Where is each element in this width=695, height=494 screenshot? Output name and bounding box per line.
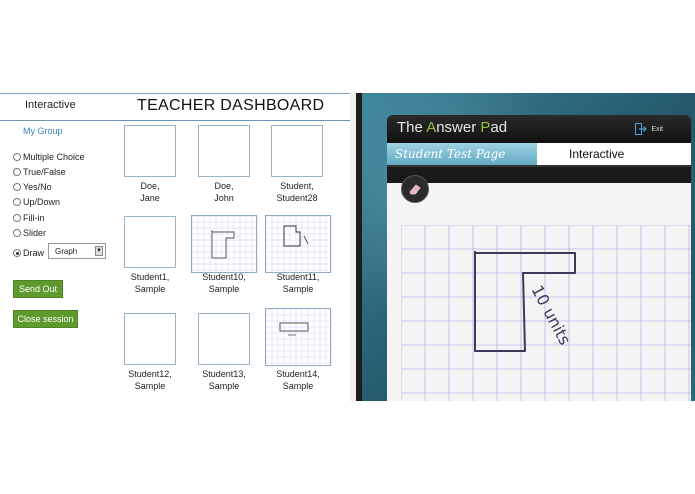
teacher-dashboard: Interactive TEACHER DASHBOARD My Group M…: [0, 93, 350, 401]
radio-draw[interactable]: [13, 249, 21, 257]
answer-pad-app: The Answer Pad Exit Student Test Page In…: [387, 115, 691, 401]
student-tile-student14[interactable]: Student14, Sample: [265, 308, 332, 391]
app-label: Interactive: [25, 99, 76, 111]
chevron-down-icon[interactable]: ▼: [95, 246, 103, 256]
graph-drawing-thumbnail: [266, 309, 332, 367]
draw-mode-select[interactable]: Graph ▼: [48, 243, 106, 259]
student-thumbnail[interactable]: [124, 313, 176, 365]
question-type-multiple-choice[interactable]: Multiple Choice: [13, 151, 85, 163]
question-type-up-down[interactable]: Up/Down: [13, 196, 60, 208]
tab-interactive[interactable]: Interactive: [537, 143, 691, 165]
close-session-button[interactable]: Close session: [13, 310, 78, 328]
radio-up-down[interactable]: [13, 198, 21, 206]
draw-mode-value: Graph: [55, 247, 78, 256]
page-title: TEACHER DASHBOARD: [137, 97, 325, 114]
question-type-label: Yes/No: [23, 182, 52, 192]
radio-true-false[interactable]: [13, 168, 21, 176]
toolbar-strip: [387, 165, 691, 185]
student-thumbnail[interactable]: [198, 313, 250, 365]
exit-door-icon: [635, 123, 648, 135]
drawing-canvas[interactable]: 10 units: [387, 175, 691, 401]
my-group-link[interactable]: My Group: [23, 126, 63, 136]
student-thumbnail[interactable]: [124, 216, 176, 268]
student-name: Student11, Sample: [276, 272, 320, 294]
eraser-icon: [409, 184, 421, 195]
radio-yes-no[interactable]: [13, 183, 21, 191]
student-tile-student1[interactable]: Student1, Sample: [124, 216, 184, 294]
exit-button[interactable]: Exit: [635, 123, 663, 135]
student-ipad-view: The Answer Pad Exit Student Test Page In…: [356, 93, 695, 401]
student-thumbnail[interactable]: [198, 125, 250, 177]
question-type-true-false[interactable]: True/False: [13, 166, 66, 178]
student-tile-student10[interactable]: → Student10, Sample: [191, 215, 258, 294]
question-type-label: Multiple Choice: [23, 152, 85, 162]
student-thumbnail[interactable]: [271, 125, 323, 177]
graph-paper-drawing[interactable]: 10 units: [401, 225, 691, 401]
question-type-label: Fill-in: [23, 213, 45, 223]
question-type-label: Draw: [23, 248, 45, 258]
student-tile-student28[interactable]: Student, Student28: [271, 125, 331, 203]
exit-label: Exit: [651, 125, 663, 133]
device-bezel: [356, 93, 362, 401]
radio-slider[interactable]: [13, 229, 21, 237]
svg-text:→: →: [235, 233, 240, 239]
tab-student-test-page[interactable]: Student Test Page: [387, 143, 537, 165]
student-tile-doe-john[interactable]: Doe, John: [198, 125, 258, 203]
eraser-button[interactable]: [401, 175, 429, 203]
question-type-fill-in[interactable]: Fill-in: [13, 212, 45, 224]
radio-fill-in[interactable]: [13, 214, 21, 222]
student-tile-student12[interactable]: Student12, Sample: [124, 313, 184, 391]
student-name: Student, Student28: [276, 181, 318, 203]
question-type-slider[interactable]: Slider: [13, 227, 46, 239]
graph-drawing-thumbnail: [266, 216, 332, 274]
drawing-annotation-text: 10 units: [527, 282, 574, 348]
radio-multiple-choice[interactable]: [13, 153, 21, 161]
student-name: Student14, Sample: [276, 369, 320, 391]
header-bottom-line: [0, 120, 350, 121]
question-type-label: Up/Down: [23, 197, 61, 207]
student-thumbnail[interactable]: [124, 125, 176, 177]
tab-bar: Student Test Page Interactive: [387, 143, 691, 165]
question-type-yes-no[interactable]: Yes/No: [13, 181, 52, 193]
header-top-line: [0, 93, 350, 94]
app-title: The Answer Pad: [397, 119, 508, 136]
student-thumbnail-graph[interactable]: →: [191, 215, 258, 274]
question-type-label: True/False: [23, 167, 66, 177]
student-tile-student11[interactable]: Student11, Sample: [265, 215, 332, 294]
student-tile-doe-jane[interactable]: Doe, Jane: [124, 125, 184, 203]
student-thumbnail-graph[interactable]: [265, 215, 332, 274]
question-type-draw[interactable]: Draw: [13, 247, 44, 259]
question-type-label: Slider: [23, 228, 47, 238]
student-tile-student13[interactable]: Student13, Sample: [198, 313, 258, 391]
graph-drawing-thumbnail: →: [192, 216, 258, 274]
app-title-bar: The Answer Pad Exit: [387, 115, 691, 143]
send-out-button[interactable]: Send Out: [13, 280, 63, 298]
student-thumbnail-graph[interactable]: [265, 308, 332, 367]
